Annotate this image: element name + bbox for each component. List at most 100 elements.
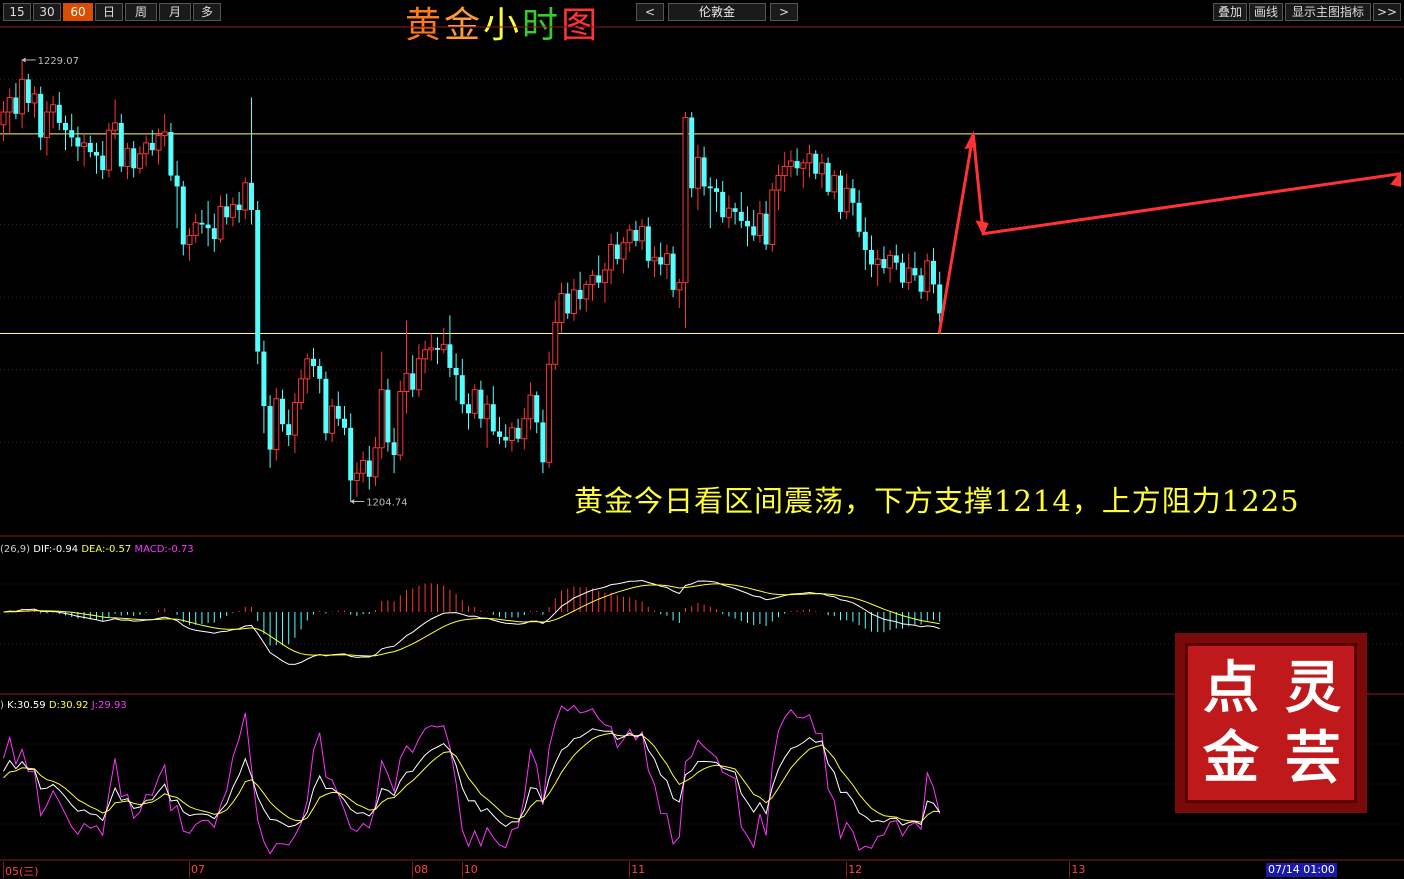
candle-body bbox=[0, 111, 7, 126]
candle-body bbox=[583, 283, 590, 300]
candle bbox=[725, 195, 732, 229]
candle bbox=[403, 320, 410, 414]
candle bbox=[534, 391, 540, 434]
candle-body bbox=[676, 282, 683, 291]
candle bbox=[918, 268, 924, 299]
candle-body bbox=[596, 275, 602, 283]
candle-body bbox=[658, 257, 664, 265]
period-button-60[interactable]: 60 bbox=[63, 3, 93, 21]
candle bbox=[682, 112, 689, 328]
candle bbox=[242, 177, 249, 220]
candle-body bbox=[447, 344, 453, 368]
candle-body bbox=[131, 148, 137, 169]
candle-body bbox=[56, 104, 62, 123]
period-button-多[interactable]: 多 bbox=[193, 3, 221, 21]
candle-body bbox=[69, 130, 75, 138]
candle bbox=[428, 333, 435, 361]
candle-body bbox=[806, 153, 813, 164]
seal-char: 芸 bbox=[1285, 725, 1341, 791]
candle bbox=[25, 73, 31, 113]
candle bbox=[515, 418, 521, 443]
dif-line bbox=[3, 579, 940, 665]
j-value: J:29.93 bbox=[91, 700, 127, 711]
candle-body bbox=[905, 267, 912, 284]
candle bbox=[267, 395, 273, 468]
candle-body bbox=[31, 93, 38, 104]
symbol-selector[interactable]: 伦敦金 bbox=[668, 3, 766, 21]
candle bbox=[781, 151, 788, 192]
candle-body bbox=[298, 378, 305, 403]
period-button-日[interactable]: 日 bbox=[95, 3, 123, 21]
candle bbox=[100, 141, 106, 180]
candle-body bbox=[378, 389, 385, 449]
k-value: K:30.59 bbox=[7, 700, 46, 711]
draw-line-button[interactable]: 画线 bbox=[1249, 3, 1283, 21]
candle-body bbox=[25, 79, 31, 103]
candle bbox=[800, 159, 807, 189]
candle-body bbox=[503, 436, 509, 441]
candle bbox=[217, 195, 224, 243]
date-tick bbox=[189, 862, 190, 878]
candle bbox=[205, 200, 211, 247]
candle-body bbox=[707, 186, 713, 189]
candle bbox=[694, 144, 701, 211]
j-line bbox=[3, 704, 941, 855]
overlay-button[interactable]: 叠加 bbox=[1213, 3, 1247, 21]
more-button[interactable]: >> bbox=[1373, 3, 1401, 21]
candle bbox=[168, 122, 174, 181]
period-button-月[interactable]: 月 bbox=[159, 3, 191, 21]
candle-body bbox=[745, 220, 750, 227]
candle bbox=[75, 126, 81, 162]
candle-body bbox=[497, 431, 502, 437]
candle-body bbox=[112, 122, 119, 131]
candle bbox=[601, 262, 608, 303]
candle-body bbox=[893, 255, 899, 263]
candle-body bbox=[725, 207, 732, 218]
candle bbox=[348, 413, 354, 502]
candle-body bbox=[273, 398, 280, 451]
candle bbox=[13, 83, 19, 120]
candle bbox=[751, 210, 757, 241]
candle-body bbox=[756, 213, 763, 236]
candle-body bbox=[912, 268, 918, 276]
candle bbox=[112, 99, 119, 140]
candle bbox=[124, 142, 131, 180]
candle-body bbox=[249, 182, 254, 211]
candle-body bbox=[255, 210, 261, 352]
candle-body bbox=[63, 122, 68, 131]
candle bbox=[490, 386, 496, 436]
candle bbox=[211, 213, 217, 252]
candle-body bbox=[38, 93, 44, 138]
candle-body bbox=[838, 175, 843, 212]
candle-body bbox=[174, 175, 180, 187]
candle bbox=[931, 248, 936, 294]
candle-body bbox=[410, 373, 416, 390]
candle bbox=[893, 244, 899, 270]
candle bbox=[707, 177, 713, 229]
candle bbox=[756, 200, 763, 243]
candle bbox=[105, 122, 112, 178]
candle-body bbox=[558, 293, 565, 324]
period-button-15[interactable]: 15 bbox=[3, 3, 31, 21]
candle bbox=[360, 451, 367, 483]
candle-body bbox=[626, 229, 633, 244]
next-symbol-button[interactable]: > bbox=[770, 3, 798, 21]
candle bbox=[174, 161, 180, 229]
toolbar: 15 30 60 日周月多 黄金小时图 < 伦敦金 > 叠加 画线 显示主图指标 >> bbox=[0, 0, 1404, 46]
period-button-30[interactable]: 30 bbox=[33, 3, 61, 21]
candle-body bbox=[552, 322, 559, 365]
candle bbox=[658, 242, 664, 276]
period-button-周[interactable]: 周 bbox=[125, 3, 157, 21]
candle-body bbox=[342, 418, 347, 428]
candle-body bbox=[546, 363, 553, 463]
candle-body bbox=[192, 222, 199, 236]
candle-body bbox=[391, 442, 397, 456]
candle bbox=[546, 351, 553, 468]
prev-symbol-button[interactable]: < bbox=[636, 3, 664, 21]
forecast-path bbox=[937, 133, 1401, 334]
candle-body bbox=[881, 259, 887, 269]
candle bbox=[353, 462, 360, 497]
show-main-indicator-button[interactable]: 显示主图指标 bbox=[1285, 3, 1371, 21]
macd-params: (26,9) bbox=[0, 544, 31, 555]
candle bbox=[378, 351, 385, 459]
